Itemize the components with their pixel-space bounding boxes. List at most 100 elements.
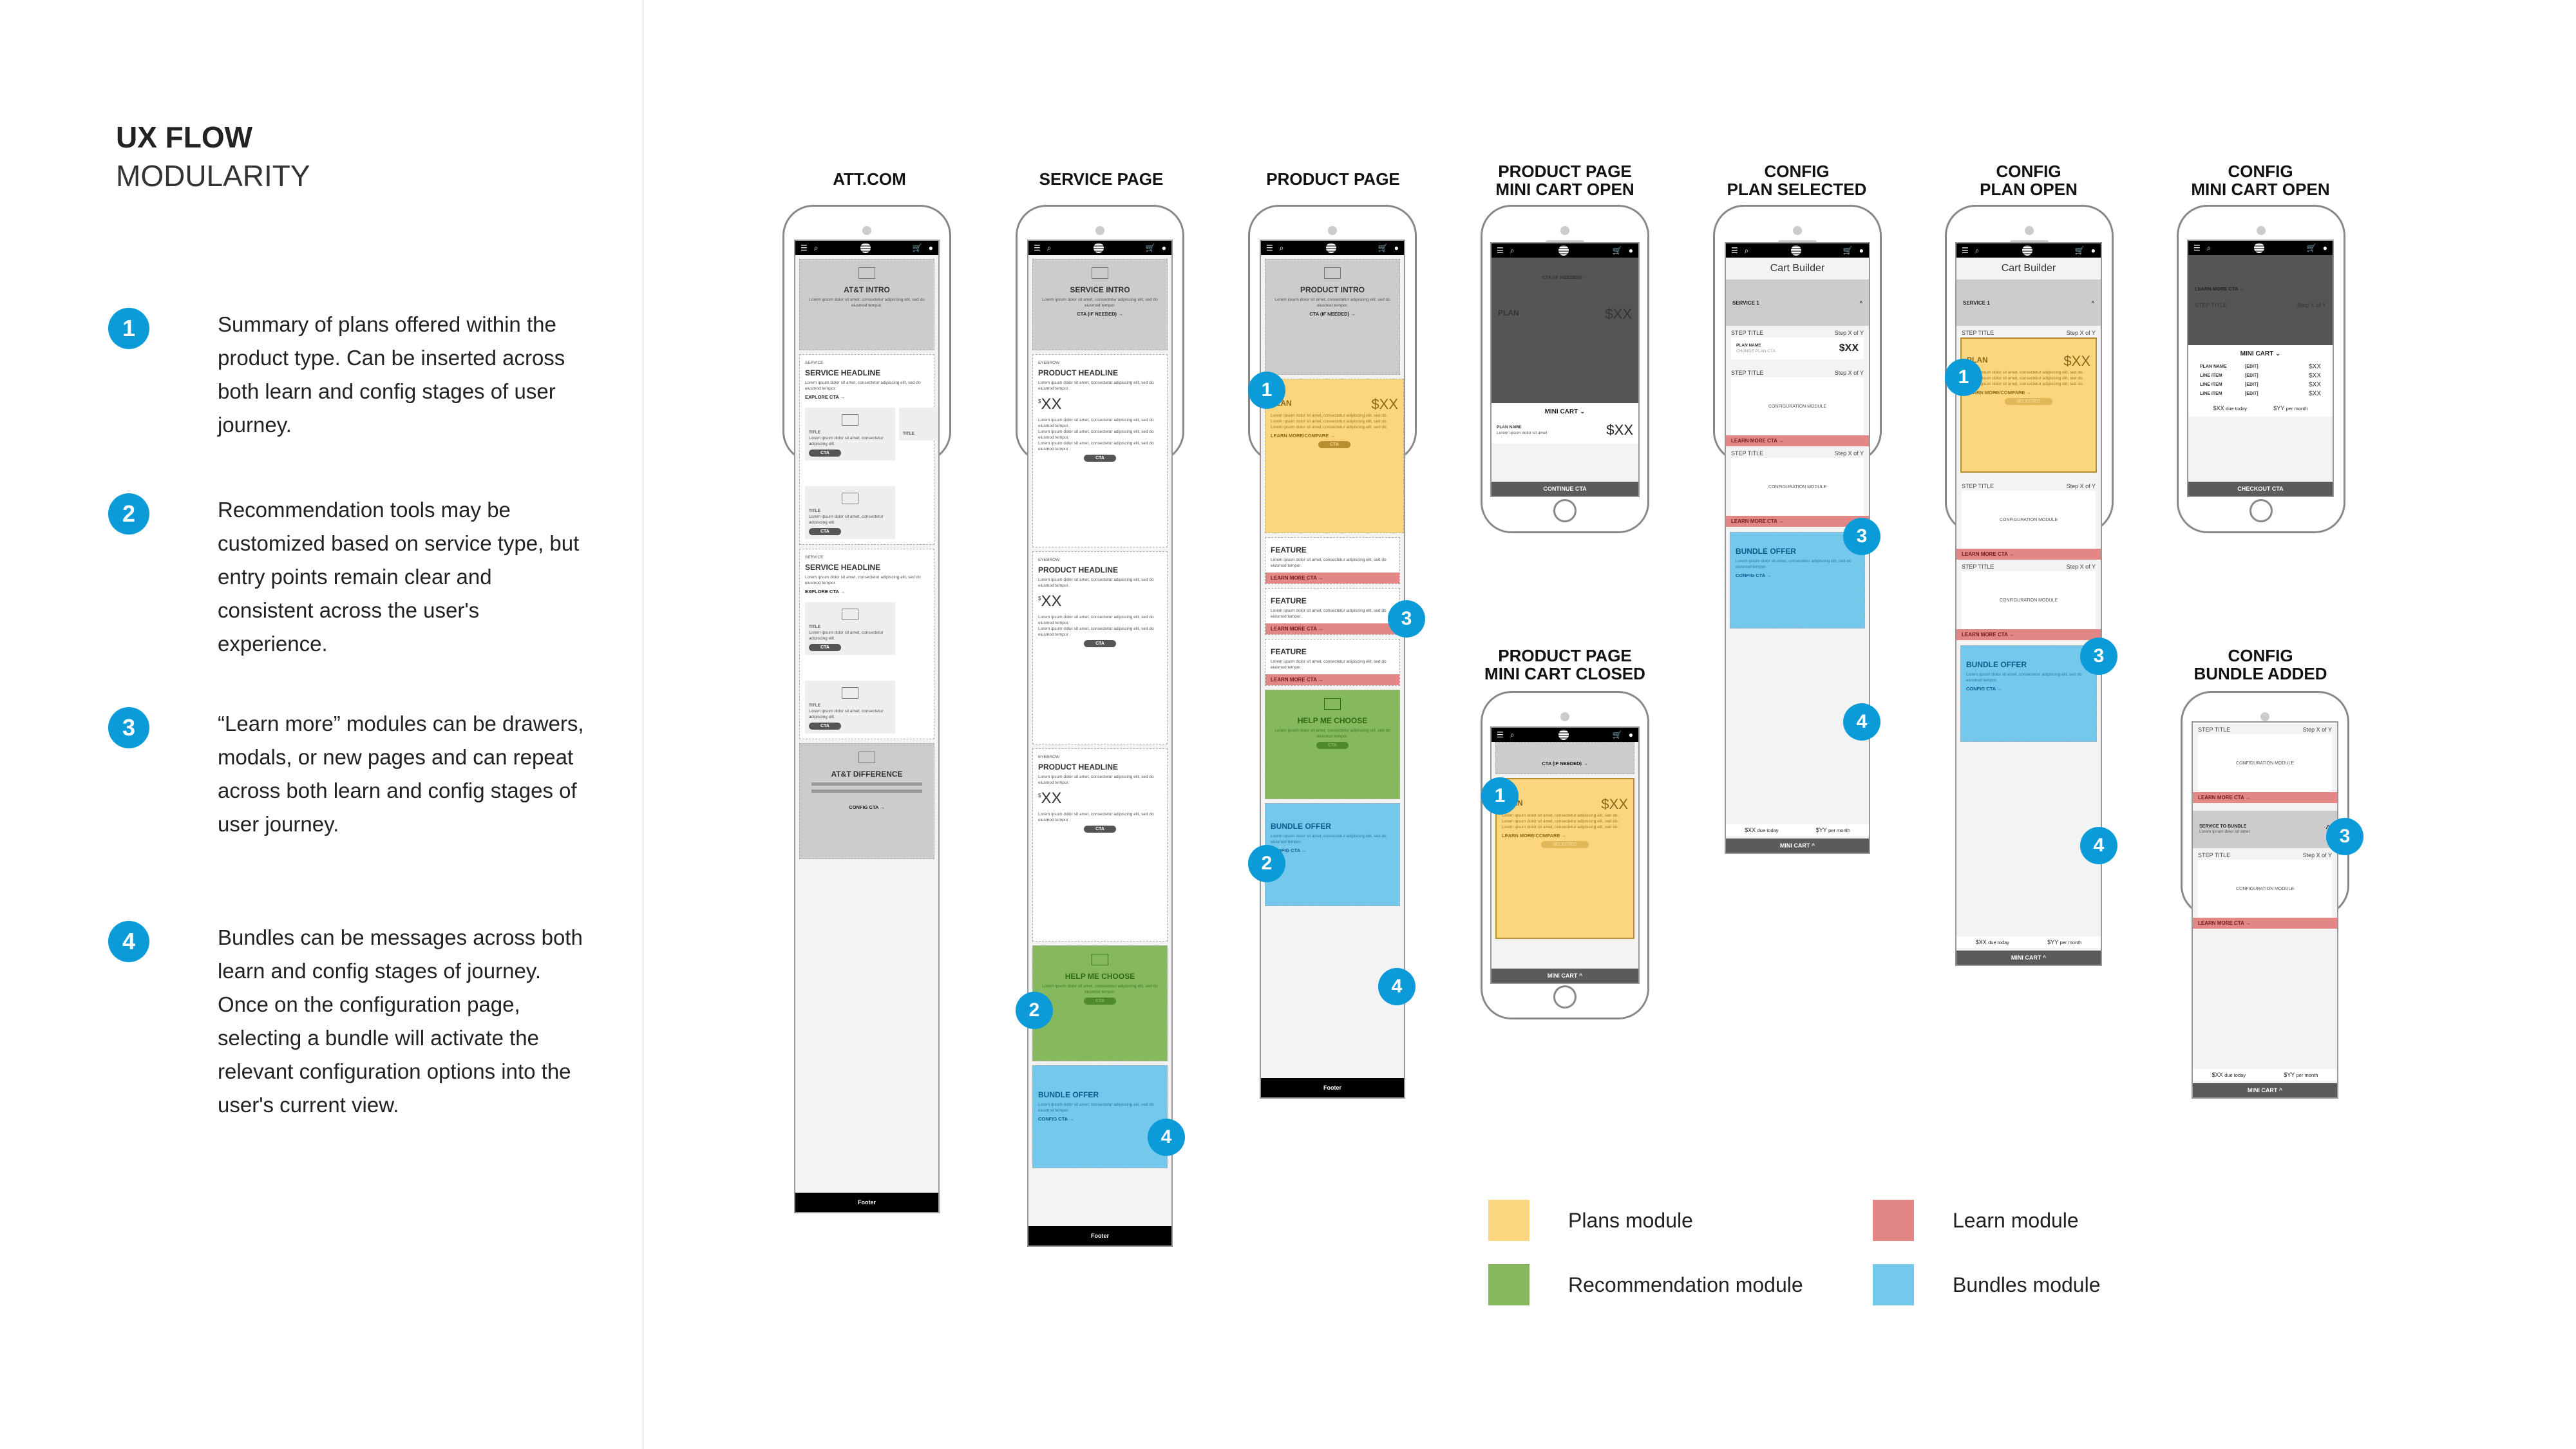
cart-icon[interactable]: 🛒 <box>2307 243 2316 252</box>
config-cta-link[interactable]: CONFIG CTA → <box>805 804 929 810</box>
menu-icon[interactable]: ☰ <box>1962 246 1969 256</box>
note-text: Summary of plans offered within the prod… <box>218 312 565 437</box>
service-accordion[interactable]: SERVICE 1 ^ <box>1726 279 1869 326</box>
config-cta-link[interactable]: CONFIG CTA → <box>1038 1116 1162 1122</box>
learn-more-cta[interactable]: LEARN MORE CTA → <box>1265 573 1399 583</box>
user-icon[interactable]: ● <box>1629 246 1633 255</box>
configuration-module[interactable]: CONFIGURATION MODULE <box>1962 571 2096 629</box>
configuration-module[interactable]: CONFIGURATION MODULE <box>1962 491 2096 549</box>
cta-button[interactable]: CTA <box>1084 455 1116 462</box>
cta-button[interactable]: CTA <box>809 723 841 730</box>
learn-more-cta[interactable]: LEARN MORE CTA → <box>1265 623 1399 634</box>
legend-label: Recommendation module <box>1568 1273 1803 1296</box>
mini-cart-bar[interactable]: MINI CART ^ <box>1956 951 2101 965</box>
explore-cta-link[interactable]: EXPLORE CTA → <box>805 394 929 400</box>
continue-cta-button[interactable]: CONTINUE CTA <box>1492 482 1638 496</box>
mini-cart-bar[interactable]: MINI CART ^ <box>1492 969 1638 983</box>
edit-link[interactable]: [EDIT] <box>2245 381 2309 390</box>
cta-button[interactable]: CTA <box>809 528 841 535</box>
search-icon[interactable]: ⌕ <box>1510 246 1515 256</box>
learn-compare-link[interactable]: LEARN MORE/COMPARE → <box>1271 433 1398 439</box>
configuration-module[interactable]: CONFIGURATION MODULE <box>1731 377 1864 435</box>
cart-builder-title: Cart Builder <box>1770 263 1825 274</box>
menu-icon[interactable]: ☰ <box>1497 730 1504 740</box>
cta-link[interactable]: CTA (IF NEEDED) → <box>1501 761 1629 766</box>
user-icon[interactable]: ● <box>1394 243 1399 252</box>
search-icon[interactable]: ⌕ <box>814 243 819 253</box>
service-to-bundle-accordion[interactable]: SERVICE TO BUNDLE Lorem ipsum dolor sit a… <box>2193 811 2337 848</box>
learn-compare-link[interactable]: LEARN MORE/COMPARE → <box>1502 833 1628 838</box>
menu-icon[interactable]: ☰ <box>2193 243 2201 253</box>
configuration-module[interactable]: CONFIGURATION MODULE <box>2198 734 2332 792</box>
learn-more-cta[interactable]: LEARN MORE CTA → <box>2193 918 2337 929</box>
selected-button[interactable]: SELECTED <box>1541 841 1589 848</box>
search-icon[interactable]: ⌕ <box>1047 243 1052 253</box>
config-cta-link[interactable]: CONFIG CTA → <box>1736 573 1859 578</box>
change-plan-link[interactable]: CHANGE PLAN CTA <box>1736 348 1776 354</box>
mini-cart-bar[interactable]: MINI CART ^ <box>1726 838 1869 853</box>
cart-icon[interactable]: 🛒 <box>913 243 922 252</box>
configuration-module[interactable]: CONFIGURATION MODULE <box>1731 458 1864 516</box>
checkout-cta-button[interactable]: CHECKOUT CTA <box>2188 482 2333 496</box>
cart-icon[interactable]: 🛒 <box>1613 246 1622 255</box>
mini-cart-bar[interactable]: MINI CART ^ <box>2193 1083 2337 1097</box>
cart-icon[interactable]: 🛒 <box>1146 243 1155 252</box>
cart-icon[interactable]: 🛒 <box>1378 243 1388 252</box>
learn-more-cta[interactable]: LEARN MORE CTA → <box>1726 435 1869 446</box>
search-icon[interactable]: ⌕ <box>1510 730 1515 740</box>
search-icon[interactable]: ⌕ <box>1745 246 1749 256</box>
explore-cta-link[interactable]: EXPLORE CTA → <box>805 589 929 594</box>
search-icon[interactable]: ⌕ <box>2207 243 2211 253</box>
user-icon[interactable]: ● <box>1859 246 1864 255</box>
edit-link[interactable]: [EDIT] <box>2245 363 2309 372</box>
learn-more-cta[interactable]: LEARN MORE CTA → <box>2193 792 2337 803</box>
learn-more-cta[interactable]: LEARN MORE CTA → <box>1956 549 2101 560</box>
menu-icon[interactable]: ☰ <box>1034 243 1041 253</box>
config-cta-link[interactable]: CONFIG CTA → <box>1966 686 2091 692</box>
cta-button[interactable]: CTA <box>1316 742 1349 749</box>
cta-link[interactable]: CTA (IF NEEDED) → <box>1271 311 1394 317</box>
callout-badge-3: 3 <box>1388 600 1425 638</box>
check-item: Lorem ipsum dolor sit amet, consectetur … <box>1038 418 1154 428</box>
cart-icon[interactable]: 🛒 <box>2075 246 2085 255</box>
price: $XX <box>1605 306 1632 322</box>
heading: FEATURE <box>1271 596 1307 605</box>
menu-icon[interactable]: ☰ <box>1266 243 1273 253</box>
check-item: Lorem ipsum dolor sit amet, consectetur … <box>1502 825 1619 829</box>
user-icon[interactable]: ● <box>1162 243 1166 252</box>
menu-icon[interactable]: ☰ <box>800 243 808 253</box>
config-cta-link[interactable]: CONFIG CTA → <box>1271 848 1394 853</box>
mini-cart-toggle[interactable]: MINI CART ⌄ <box>2200 350 2321 357</box>
learn-more-cta[interactable]: LEARN MORE CTA → <box>1265 674 1399 685</box>
learn-compare-link[interactable]: LEARN MORE/COMPARE → <box>1967 390 2090 395</box>
note-3: 3 “Learn more” modules can be drawers, m… <box>108 707 585 841</box>
cart-icon[interactable]: 🛒 <box>1843 246 1853 255</box>
service-accordion[interactable]: SERVICE 1 ^ <box>1956 279 2101 326</box>
search-icon[interactable]: ⌕ <box>1280 243 1284 253</box>
selected-button[interactable]: SELECTED <box>2005 398 2052 405</box>
search-icon[interactable]: ⌕ <box>1975 246 1980 256</box>
cart-icon[interactable]: 🛒 <box>1613 730 1622 739</box>
bundle-offer-module: BUNDLE OFFER Lorem ipsum dolor sit amet,… <box>1730 532 1865 629</box>
user-icon[interactable]: ● <box>2091 246 2096 255</box>
cta-button[interactable]: CTA <box>1084 640 1116 647</box>
configuration-module[interactable]: CONFIGURATION MODULE <box>2198 860 2332 918</box>
body-text: Lorem ipsum dolor sit amet, consectetur … <box>1274 298 1390 308</box>
cta-button[interactable]: CTA <box>1318 441 1350 448</box>
user-icon[interactable]: ● <box>2323 243 2327 252</box>
cart-totals: $XX due today $YY per month <box>1726 824 1869 836</box>
cta-button[interactable]: CTA <box>1084 826 1116 833</box>
cta-button[interactable]: CTA <box>809 644 841 651</box>
edit-link[interactable]: [EDIT] <box>2245 372 2309 381</box>
learn-more-cta[interactable]: LEARN MORE CTA → <box>1956 629 2101 640</box>
user-icon[interactable]: ● <box>929 243 933 252</box>
menu-icon[interactable]: ☰ <box>1497 246 1504 256</box>
callout-badge-3: 3 <box>2080 638 2117 675</box>
edit-link[interactable]: [EDIT] <box>2245 390 2309 399</box>
cta-button[interactable]: CTA <box>809 450 841 457</box>
cta-link[interactable]: CTA (IF NEEDED) → <box>1038 311 1162 317</box>
user-icon[interactable]: ● <box>1629 730 1633 739</box>
cta-button[interactable]: CTA <box>1084 998 1116 1005</box>
menu-icon[interactable]: ☰ <box>1731 246 1738 256</box>
mini-cart-toggle[interactable]: MINI CART ⌄ <box>1497 408 1633 415</box>
